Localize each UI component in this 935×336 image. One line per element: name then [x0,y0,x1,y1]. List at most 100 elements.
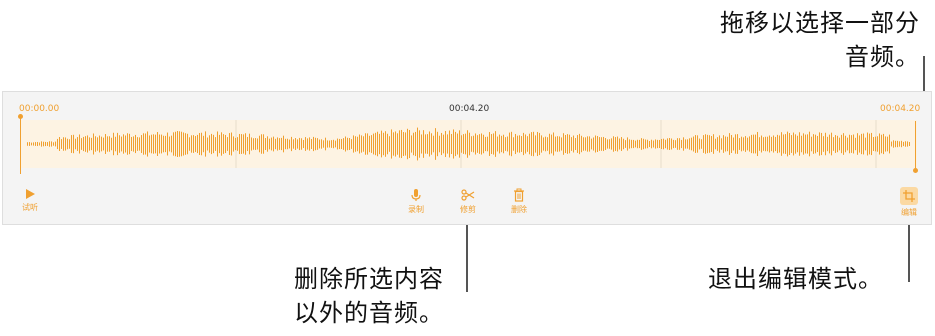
waveform-bar [525,134,526,154]
waveform-bar [81,138,82,150]
waveform-bar [105,134,106,154]
waveform-bar [619,138,620,150]
waveform-bar [499,134,500,154]
waveform-bar [875,136,876,152]
waveform-bar [107,136,108,152]
waveform-bar [461,135,462,153]
waveform-bar [483,134,484,154]
audio-editor-panel: 00:00.00 00:04.20 00:04.20 试听 录制 修剪 删除 编… [2,91,932,225]
waveform-bar [509,132,510,156]
waveform-bar [247,136,248,152]
waveform-bar [405,132,406,156]
waveform-selection[interactable] [21,120,917,168]
waveform-bar [641,138,642,150]
waveform-bar [345,136,346,152]
waveform[interactable] [21,120,917,168]
playhead[interactable] [20,116,21,174]
waveform-bar [177,131,178,157]
waveform-bar [485,136,486,152]
waveform-bar [377,131,378,157]
waveform-bar [49,141,50,147]
waveform-bar [615,137,616,151]
waveform-bar [567,134,568,154]
waveform-bar [761,135,762,153]
waveform-bar [111,137,112,151]
waveform-bar [399,130,400,158]
waveform-bar [257,138,258,150]
waveform-bar [129,133,130,155]
waveform-bar [507,136,508,152]
delete-button[interactable]: 删除 [508,188,530,215]
waveform-bar [669,138,670,150]
waveform-bar [709,135,710,153]
waveform-bar [175,131,176,157]
waveform-bar [153,134,154,154]
waveform-bar [597,136,598,152]
waveform-bar [607,139,608,149]
waveform-bar [401,129,402,159]
selection-end-knob[interactable] [913,168,918,173]
waveform-bar [31,142,32,146]
selection-end-handle[interactable] [915,121,916,171]
waveform-bar [815,134,816,154]
waveform-bar [837,135,838,153]
waveform-bar [637,139,638,149]
waveform-bar [701,139,702,149]
waveform-bar [159,134,160,154]
record-button[interactable]: 录制 [405,188,427,215]
waveform-bar [425,134,426,154]
waveform-bar [541,135,542,153]
waveform-bar [339,138,340,150]
waveform-bar [371,135,372,153]
waveform-bar [717,137,718,151]
waveform-bar [33,142,34,146]
waveform-bar [811,136,812,152]
waveform-bar [491,134,492,154]
waveform-bar [263,134,264,154]
waveform-bar [407,128,408,160]
waveform-bar [125,135,126,153]
waveform-bar [87,135,88,153]
callout-drag-select-line2: 音频。 [845,43,920,71]
waveform-bar [663,138,664,150]
waveform-bar [245,133,246,155]
waveform-bar [749,136,750,152]
callout-exit-edit: 退出编辑模式。 [708,265,883,293]
waveform-bar [845,135,846,153]
waveform-bar [27,142,28,146]
waveform-bar [487,136,488,152]
waveform-bar [215,137,216,151]
waveform-bar [897,140,898,148]
waveform-bar [255,138,256,150]
waveform-bar [113,132,114,156]
playhead-handle[interactable] [18,114,23,119]
waveform-bar [219,134,220,154]
waveform-bar [135,134,136,154]
waveform-bar [203,135,204,153]
waveform-bar [551,134,552,154]
waveform-bar [285,138,286,150]
waveform-bar [767,136,768,152]
trim-button[interactable]: 修剪 [457,188,479,215]
waveform-bar [661,138,662,150]
waveform-bar [381,130,382,158]
play-button[interactable]: 试听 [19,188,41,213]
waveform-bar [233,136,234,152]
waveform-bar [343,138,344,150]
waveform-bar [577,135,578,153]
time-end: 00:04.20 [880,104,921,114]
waveform-bar [29,142,30,146]
waveform-bar [313,136,314,152]
waveform-bar [533,131,534,157]
waveform-bar [789,133,790,155]
waveform-bar [237,137,238,151]
waveform-bar [265,138,266,150]
waveform-bar [205,131,206,157]
edit-button[interactable]: 编辑 [898,187,920,218]
waveform-bar [217,131,218,157]
waveform-bar [69,139,70,149]
waveform-bar [593,137,594,151]
waveform-bar [357,136,358,152]
delete-label: 删除 [511,205,527,214]
waveform-bar [495,131,496,157]
